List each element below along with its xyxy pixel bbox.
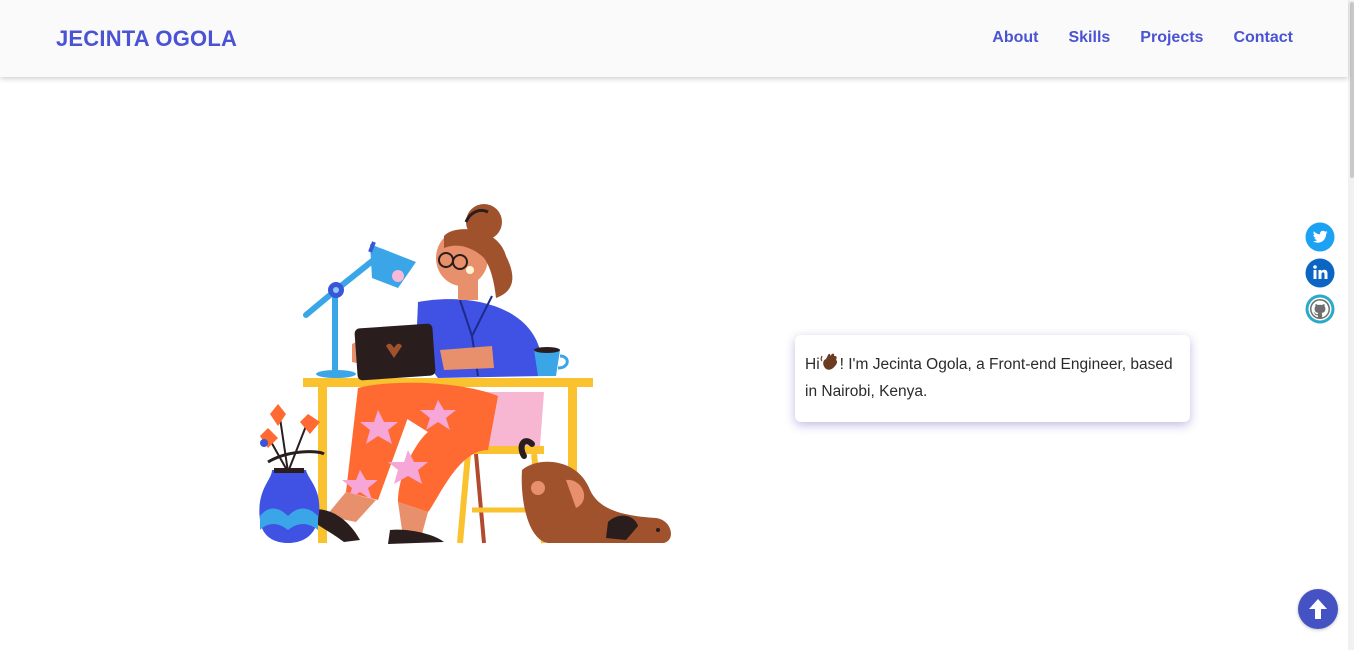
navbar: JECINTA OGOLA About Skills Projects Cont… — [0, 0, 1348, 77]
nav-link-about[interactable]: About — [992, 29, 1038, 47]
scrollbar-thumb[interactable] — [1350, 2, 1354, 178]
twitter-link[interactable] — [1305, 222, 1335, 252]
laptop — [354, 323, 436, 381]
nav-link-contact[interactable]: Contact — [1233, 29, 1293, 47]
github-icon — [1305, 294, 1335, 324]
social-links — [1305, 222, 1335, 330]
github-link[interactable] — [1305, 294, 1335, 324]
back-to-top-button[interactable] — [1298, 589, 1338, 629]
dog — [518, 438, 671, 543]
linkedin-icon — [1305, 258, 1335, 288]
nav-links: About Skills Projects Contact — [992, 29, 1293, 47]
nav-link-projects[interactable]: Projects — [1140, 29, 1203, 47]
bio-text: ! I'm Jecinta Ogola, a Front-end Enginee… — [805, 356, 1173, 400]
bio-card: Hi ! I'm Jecinta Ogola, a Front-end Engi… — [795, 335, 1190, 422]
scrollbar-track[interactable] — [1348, 0, 1354, 650]
twitter-icon — [1305, 222, 1335, 252]
greeting-text: Hi — [805, 356, 820, 373]
coffee-cup — [534, 347, 569, 376]
nav-link-skills[interactable]: Skills — [1068, 29, 1110, 47]
arrow-up-icon — [1309, 599, 1327, 619]
waving-hand-icon — [820, 353, 837, 370]
flower-vase — [259, 404, 325, 543]
brand-logo[interactable]: JECINTA OGOLA — [56, 26, 237, 52]
hero-illustration — [259, 204, 671, 544]
linkedin-link[interactable] — [1305, 258, 1335, 288]
